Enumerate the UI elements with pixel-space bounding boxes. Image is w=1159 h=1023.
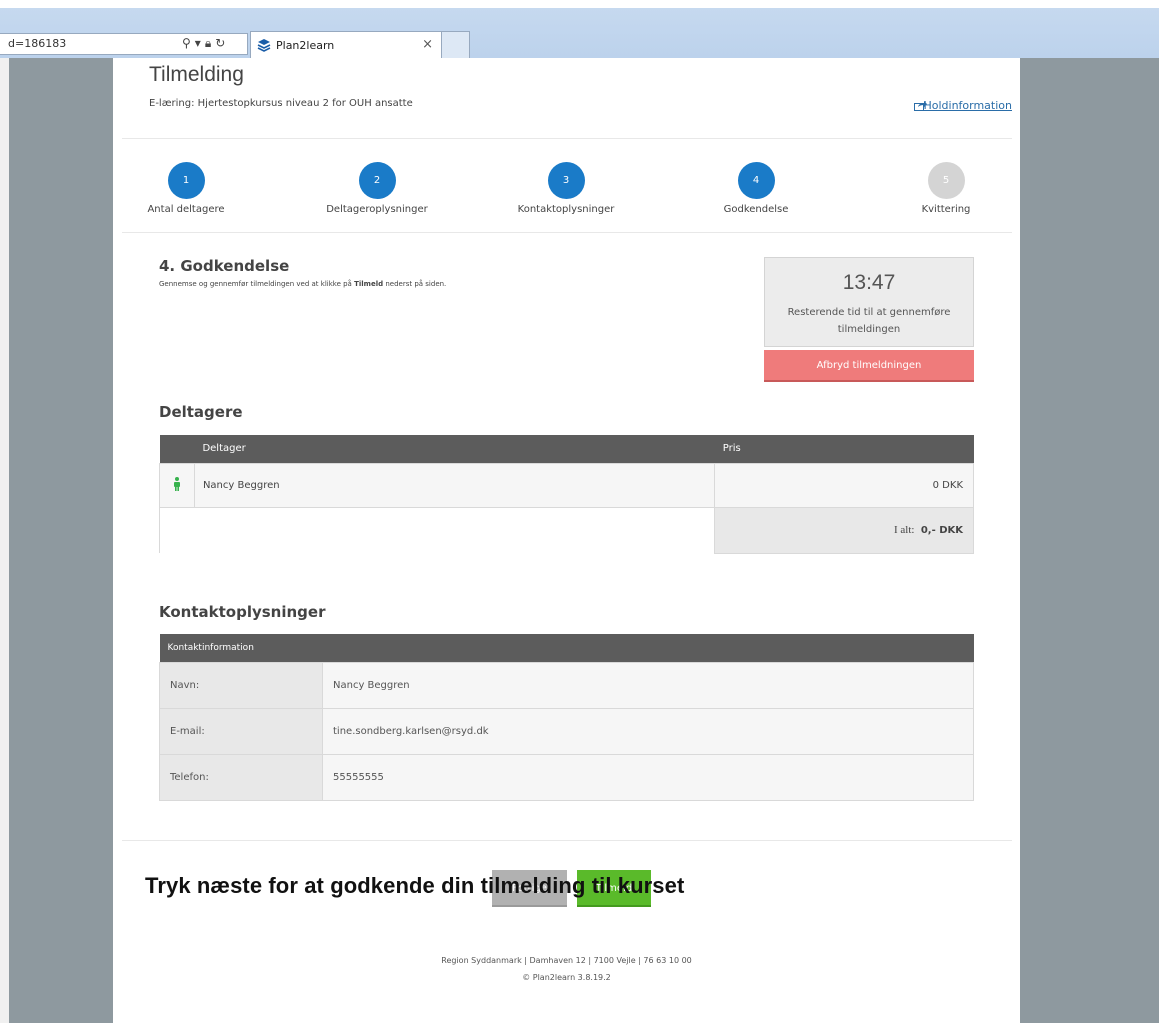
dropdown-icon[interactable]: ▾ (195, 36, 201, 50)
close-tab-icon[interactable]: × (422, 37, 433, 52)
participant-price: 0 DKK (714, 462, 974, 508)
divider (122, 232, 1012, 233)
col-participant: Deltager (194, 435, 715, 463)
contact-label: Telefon: (159, 753, 323, 801)
approval-heading: 4. Godkendelse (159, 257, 290, 275)
contact-table-header: Kontaktinformation (159, 634, 974, 662)
contact-value: 55555555 (322, 753, 974, 801)
step-label: Godkendelse (723, 204, 789, 215)
total-label: I alt: (893, 524, 915, 536)
table-row: E-mail: tine.sondberg.karlsen@rsyd.dk (159, 707, 974, 755)
overlay-caption: Tryk næste for at godkende din tilmeldin… (145, 873, 685, 898)
step-circle: 3 (547, 162, 585, 199)
step-2: 2 Deltageroplysninger (322, 162, 432, 215)
table-row: Navn: Nancy Beggren (159, 661, 974, 709)
table-row: Telefon: 55555555 (159, 753, 974, 801)
step-label: Antal deltagere (147, 204, 225, 215)
participants-heading: Deltagere (159, 403, 243, 421)
abort-registration-button[interactable]: Afbryd tilmeldningen (764, 350, 974, 382)
contact-value: tine.sondberg.karlsen@rsyd.dk (322, 707, 974, 755)
course-name: E-læring: Hjertestopkursus niveau 2 for … (149, 98, 413, 109)
plan2learn-logo-icon (257, 39, 271, 52)
participants-table: Deltager Pris Nancy Beggren 0 DKK I alt:… (158, 435, 974, 554)
contact-label: Navn: (159, 661, 323, 709)
step-1: 1 Antal deltagere (131, 162, 241, 215)
approval-instruction: Gennemse og gennemfør tilmeldingen ved a… (159, 280, 447, 288)
contact-table: Kontaktinformation Navn: Nancy Beggren E… (159, 634, 974, 801)
step-circle: 2 (358, 162, 396, 199)
contact-value: Nancy Beggren (322, 661, 974, 709)
step-circle: 1 (167, 162, 205, 199)
address-bar[interactable]: d=186183 ⚲ ▾ 🔒︎ ↻ (0, 33, 248, 55)
person-icon (173, 476, 180, 491)
holdinformation-link[interactable]: Holdinformation (923, 99, 1012, 112)
timer-value: 13:47 (842, 271, 896, 294)
timer-box: 13:47 Resterende tid til at gennemføre t… (764, 257, 974, 347)
step-label: Kvittering (921, 204, 971, 215)
divider (122, 840, 1012, 841)
participant-name: Nancy Beggren (193, 462, 716, 508)
browser-top-strip (0, 0, 1159, 8)
table-row: Nancy Beggren 0 DKK (159, 462, 974, 508)
tab-title: Plan2learn (276, 39, 335, 52)
step-circle: 5 (927, 162, 965, 199)
address-text: d=186183 (8, 37, 67, 50)
col-price: Pris (714, 435, 974, 463)
step-3: 3 Kontaktoplysninger (511, 162, 621, 215)
footer-address: Region Syddanmark | Damhaven 12 | 7100 V… (441, 956, 692, 965)
page-title: Tilmelding (149, 63, 244, 86)
lock-icon: 🔒︎ (204, 36, 212, 50)
footer-copyright: © Plan2learn 3.8.19.2 (522, 973, 611, 982)
divider (122, 138, 1012, 139)
left-window-strip (0, 58, 9, 1023)
step-5: 5 Kvittering (891, 162, 1001, 215)
step-label: Kontaktoplysninger (517, 204, 615, 215)
timer-text: Resterende tid til at gennemføre tilmeld… (787, 307, 951, 335)
step-circle: 4 (737, 162, 775, 199)
browser-tab[interactable]: Plan2learn × (250, 31, 442, 58)
contact-label: E-mail: (159, 707, 323, 755)
step-label: Deltageroplysninger (326, 204, 428, 215)
search-icon[interactable]: ⚲ (182, 36, 191, 50)
new-tab-button[interactable] (442, 31, 470, 58)
step-4: 4 Godkendelse (701, 162, 811, 215)
total-cell: I alt: 0,- DKK (714, 506, 974, 554)
total-value: 0,- DKK (920, 525, 963, 536)
contact-heading: Kontaktoplysninger (159, 603, 326, 621)
refresh-icon[interactable]: ↻ (215, 36, 225, 50)
